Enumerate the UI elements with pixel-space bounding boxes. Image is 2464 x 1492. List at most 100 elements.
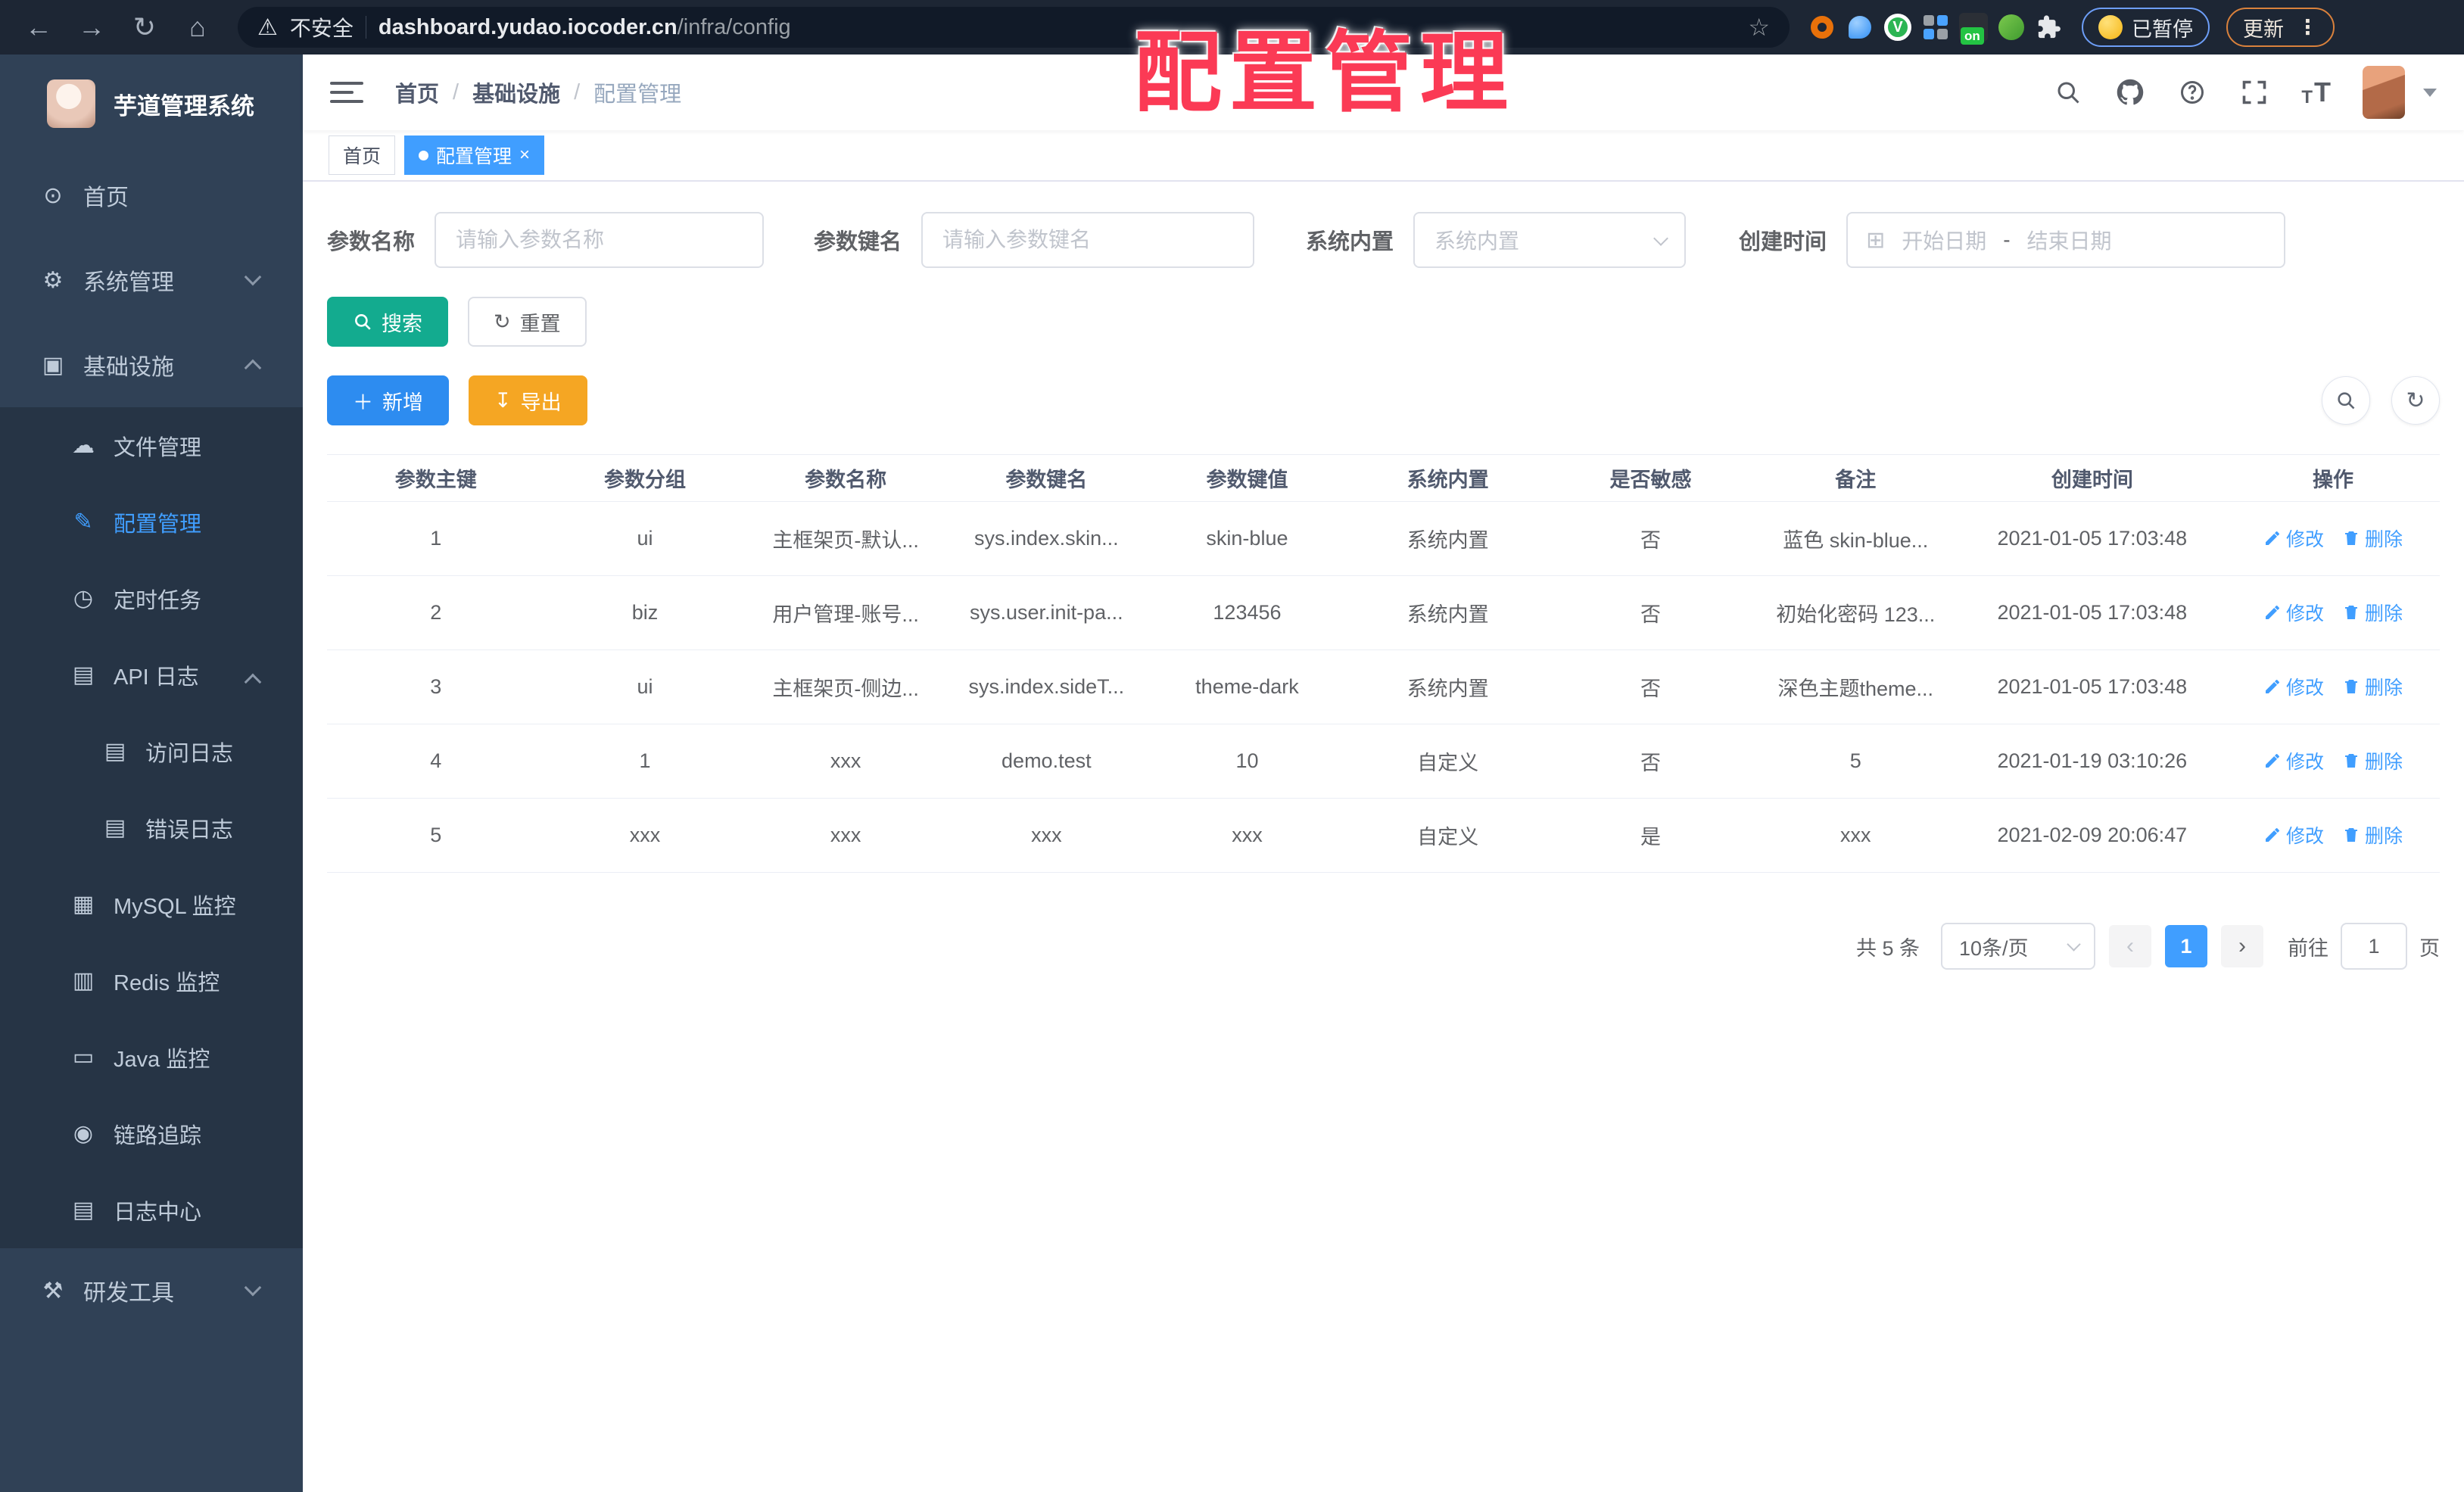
delete-link[interactable]: 删除: [2342, 747, 2403, 774]
sidebar-item-trace[interactable]: ◉ 链路追踪: [0, 1095, 303, 1172]
table-row: 3 ui 主框架页-侧边... sys.index.sideT... theme-dar…: [327, 649, 2440, 724]
extension-green-icon[interactable]: V: [1882, 11, 1914, 43]
address-bar[interactable]: ⚠ 不安全 dashboard.yudao.iocoder.cn/infra/c…: [238, 7, 1790, 48]
update-button-label: 更新: [2243, 17, 2284, 41]
prev-page-button[interactable]: ‹: [2109, 925, 2151, 967]
export-button[interactable]: ↧ 导出: [469, 375, 587, 425]
current-page[interactable]: 1: [2165, 925, 2207, 967]
sidebar-item-infrastructure[interactable]: ▣ 基础设施: [0, 322, 303, 407]
extension-pin-icon[interactable]: [1844, 11, 1876, 43]
browser-forward-icon[interactable]: →: [68, 4, 115, 51]
edit-link[interactable]: 修改: [2263, 525, 2324, 552]
url-path: /infra/config: [677, 14, 791, 39]
browser-update-button[interactable]: 更新 ⋮: [2226, 8, 2335, 47]
fullscreen-icon[interactable]: [2239, 77, 2269, 107]
sidebar-item-api-logs[interactable]: ▤ API 日志: [0, 637, 303, 713]
sidebar-item-home[interactable]: ⊙ 首页: [0, 153, 303, 238]
extension-orange-icon[interactable]: [1806, 11, 1838, 43]
edit-link[interactable]: 修改: [2263, 747, 2324, 774]
date-range-picker[interactable]: ⊞ 开始日期 - 结束日期: [1846, 212, 2286, 268]
user-avatar[interactable]: [2363, 66, 2405, 119]
bookmark-star-icon[interactable]: ☆: [1748, 13, 1770, 42]
sidebar-item-mysql-monitor[interactable]: ▦ MySQL 监控: [0, 866, 303, 942]
search-button[interactable]: 搜索: [327, 297, 448, 347]
monitor-icon: ▣: [42, 352, 64, 378]
browser-home-icon[interactable]: ⌂: [174, 4, 221, 51]
calendar-icon: ⊞: [1866, 227, 1886, 253]
delete-link[interactable]: 删除: [2342, 525, 2403, 552]
trash-icon: [2345, 828, 2358, 842]
delete-link[interactable]: 删除: [2342, 673, 2403, 700]
not-secure-warning-icon: ⚠: [257, 14, 278, 40]
add-button[interactable]: ＋ 新增: [327, 375, 449, 425]
cell-key: sys.user.init-pa...: [945, 575, 1147, 650]
github-icon[interactable]: [2115, 77, 2145, 107]
eye-icon: ◉: [73, 1121, 94, 1146]
sidebar-item-log-center[interactable]: ▤ 日志中心: [0, 1172, 303, 1248]
screen-icon: ▭: [72, 1045, 95, 1070]
cell-created: 2021-02-09 20:06:47: [1958, 798, 2227, 873]
chevron-down-icon[interactable]: [2423, 88, 2437, 97]
toggle-search-button[interactable]: [2322, 376, 2370, 425]
cell-key: demo.test: [945, 724, 1147, 799]
sidebar-item-access-logs[interactable]: ▤ 访问日志: [0, 713, 303, 790]
tab-home[interactable]: 首页: [329, 135, 396, 175]
delete-link[interactable]: 删除: [2342, 821, 2403, 849]
column-header: 参数名称: [745, 454, 946, 502]
extensions-puzzle-icon[interactable]: [2033, 11, 2065, 43]
close-tab-icon[interactable]: ×: [519, 146, 530, 164]
param-key-input[interactable]: [921, 212, 1255, 268]
delete-link[interactable]: 删除: [2342, 599, 2403, 626]
sidebar-item-file-management[interactable]: ☁ 文件管理: [0, 407, 303, 484]
breadcrumb-home[interactable]: 首页: [395, 76, 439, 108]
browser-reload-icon[interactable]: ↻: [121, 4, 168, 51]
reset-button[interactable]: ↻ 重置: [468, 297, 587, 347]
chevron-down-icon: [244, 1279, 262, 1297]
sidebar-logo[interactable]: 芋道管理系统: [0, 55, 303, 153]
profile-paused-badge[interactable]: 已暂停: [2082, 8, 2210, 47]
sidebar-item-java-monitor[interactable]: ▭ Java 监控: [0, 1019, 303, 1095]
edit-pencil-icon: [2266, 606, 2280, 619]
help-icon[interactable]: [2177, 77, 2207, 107]
chevron-up-icon: [244, 359, 262, 377]
cell-id: 5: [327, 798, 545, 873]
edit-link[interactable]: 修改: [2263, 599, 2324, 626]
extension-leaf-icon[interactable]: [1995, 11, 2027, 43]
breadcrumb-infrastructure[interactable]: 基础设施: [472, 76, 560, 108]
next-page-button[interactable]: ›: [2221, 925, 2263, 967]
font-size-icon[interactable]: TT: [2301, 76, 2331, 108]
cell-value: 10: [1146, 724, 1348, 799]
param-key-label: 参数键名: [814, 230, 902, 254]
page-size-select[interactable]: 10条/页: [1941, 923, 2095, 970]
kebab-menu-icon[interactable]: ⋮: [2297, 16, 2318, 39]
refresh-table-button[interactable]: ↻: [2391, 376, 2440, 425]
extension-on-badge-icon[interactable]: on: [1958, 11, 1989, 45]
edit-link[interactable]: 修改: [2263, 821, 2324, 849]
search-icon[interactable]: [2053, 77, 2083, 107]
cell-group: xxx: [544, 798, 746, 873]
sidebar-item-error-logs[interactable]: ▤ 错误日志: [0, 790, 303, 866]
sidebar-item-system-management[interactable]: ⚙ 系统管理: [0, 238, 303, 322]
tags-view: 首页 配置管理 ×: [303, 130, 2464, 182]
cell-remark: xxx: [1752, 798, 1958, 873]
cell-sensitive: 是: [1548, 798, 1753, 873]
tab-config-management[interactable]: 配置管理 ×: [404, 135, 545, 175]
builtin-select[interactable]: 系统内置: [1413, 212, 1687, 268]
sidebar-item-config-management[interactable]: ✎ 配置管理: [0, 484, 303, 560]
clock-icon: ◷: [73, 586, 94, 611]
browser-back-icon[interactable]: ←: [15, 4, 62, 51]
param-name-input[interactable]: [435, 212, 765, 268]
goto-page-input[interactable]: [2341, 923, 2407, 970]
sidebar-item-redis-monitor[interactable]: ▥ Redis 监控: [0, 942, 303, 1019]
extension-grid-icon[interactable]: [1920, 11, 1952, 43]
cell-value: theme-dark: [1146, 649, 1348, 724]
trash-icon: [2345, 531, 2358, 545]
cell-type: 系统内置: [1347, 575, 1549, 650]
goto-page: 前往 页: [2288, 923, 2440, 970]
sidebar-collapse-icon[interactable]: [330, 77, 363, 107]
sidebar-item-dev-tools[interactable]: ⚒ 研发工具: [0, 1248, 303, 1333]
sidebar-item-scheduled-jobs[interactable]: ◷ 定时任务: [0, 560, 303, 637]
log-icon: ▤: [72, 662, 95, 687]
edit-link[interactable]: 修改: [2263, 673, 2324, 700]
cell-value: skin-blue: [1146, 501, 1348, 576]
